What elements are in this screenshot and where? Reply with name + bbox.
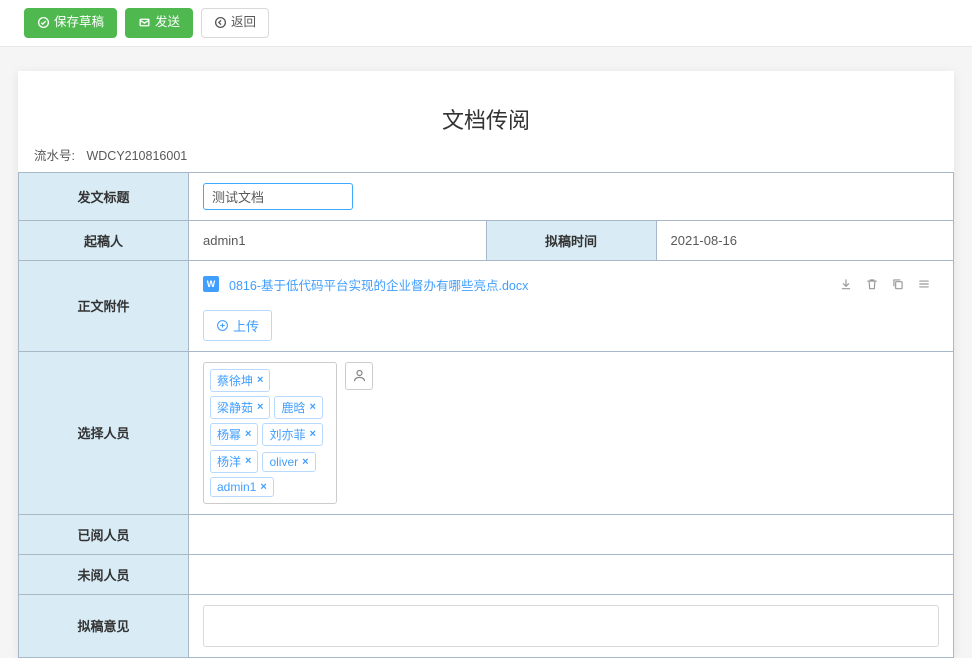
person-tag-label: 杨洋 <box>217 453 241 470</box>
back-arrow-icon <box>214 16 227 29</box>
tag-remove-icon[interactable]: × <box>245 428 251 440</box>
person-tag[interactable]: 杨幂 × <box>210 423 258 446</box>
attachment-file-name: 0816-基于低代码平台实现的企业督办有哪些亮点.docx <box>229 275 829 294</box>
attachment-actions <box>839 277 931 291</box>
serial-value: WDCY210816001 <box>86 149 187 163</box>
copy-icon[interactable] <box>891 277 905 291</box>
check-circle-icon <box>37 16 50 29</box>
person-tag-label: admin1 <box>217 480 256 494</box>
tag-remove-icon[interactable]: × <box>257 401 263 413</box>
person-tag-label: 鹿晗 <box>281 399 305 416</box>
tag-remove-icon[interactable]: × <box>309 401 315 413</box>
label-draft-opinion: 拟稿意见 <box>19 594 189 657</box>
send-button[interactable]: 发送 <box>125 8 193 38</box>
label-select-people: 选择人员 <box>19 351 189 514</box>
person-tag[interactable]: 蔡徐坤 × <box>210 369 270 392</box>
draft-time-value: 2021-08-16 <box>656 220 954 260</box>
person-tag[interactable]: admin1 × <box>210 477 274 497</box>
tag-remove-icon[interactable]: × <box>309 428 315 440</box>
delete-icon[interactable] <box>865 277 879 291</box>
form-table: 发文标题 起稿人 admin1 拟稿时间 2021-08-16 正文附件 W 0… <box>18 172 954 658</box>
label-draft-time: 拟稿时间 <box>486 220 656 260</box>
person-tag-label: 梁静茹 <box>217 399 253 416</box>
attachment-row[interactable]: W 0816-基于低代码平台实现的企业督办有哪些亮点.docx <box>203 271 939 298</box>
person-tag[interactable]: oliver × <box>262 452 315 472</box>
serial-label: 流水号: <box>34 149 75 163</box>
page-title: 文档传阅 <box>18 103 954 135</box>
tag-remove-icon[interactable]: × <box>302 456 308 468</box>
send-icon <box>138 16 151 29</box>
label-attachment: 正文附件 <box>19 260 189 351</box>
tag-remove-icon[interactable]: × <box>245 455 251 467</box>
people-tag-box[interactable]: 蔡徐坤×梁静茹×鹿晗×杨幂×刘亦菲×杨洋×oliver×admin1× <box>203 362 337 504</box>
label-unread-people: 未阅人员 <box>19 554 189 594</box>
serial-line: 流水号: WDCY210816001 <box>18 145 954 172</box>
person-tag-label: 蔡徐坤 <box>217 372 253 389</box>
unread-people-value <box>189 554 954 594</box>
save-draft-button[interactable]: 保存草稿 <box>24 8 117 38</box>
send-label: 发送 <box>155 14 180 32</box>
label-drafter: 起稿人 <box>19 220 189 260</box>
read-people-value <box>189 514 954 554</box>
upload-label: 上传 <box>233 316 259 335</box>
person-tag-label: oliver <box>269 455 298 469</box>
word-file-icon: W <box>203 276 219 292</box>
person-tag-label: 杨幂 <box>217 426 241 443</box>
label-read-people: 已阅人员 <box>19 514 189 554</box>
tag-remove-icon[interactable]: × <box>257 374 263 386</box>
back-label: 返回 <box>231 14 256 32</box>
more-icon[interactable] <box>917 277 931 291</box>
upload-plus-icon <box>216 319 229 332</box>
person-tag[interactable]: 刘亦菲 × <box>262 423 322 446</box>
tag-remove-icon[interactable]: × <box>260 481 266 493</box>
drafter-value: admin1 <box>189 220 487 260</box>
title-input[interactable] <box>203 183 353 210</box>
label-title: 发文标题 <box>19 172 189 220</box>
person-tag[interactable]: 鹿晗 × <box>274 396 322 419</box>
person-picker-button[interactable] <box>345 362 373 390</box>
back-button[interactable]: 返回 <box>201 8 269 38</box>
person-tag[interactable]: 杨洋 × <box>210 450 258 473</box>
upload-button[interactable]: 上传 <box>203 310 272 341</box>
form-paper: 文档传阅 流水号: WDCY210816001 发文标题 起稿人 <box>18 71 954 658</box>
download-icon[interactable] <box>839 277 853 291</box>
opinion-textarea[interactable] <box>203 605 939 647</box>
person-tag-label: 刘亦菲 <box>269 426 305 443</box>
person-tag[interactable]: 梁静茹 × <box>210 396 270 419</box>
top-toolbar: 保存草稿 发送 返回 <box>0 0 972 47</box>
save-draft-label: 保存草稿 <box>54 14 104 32</box>
